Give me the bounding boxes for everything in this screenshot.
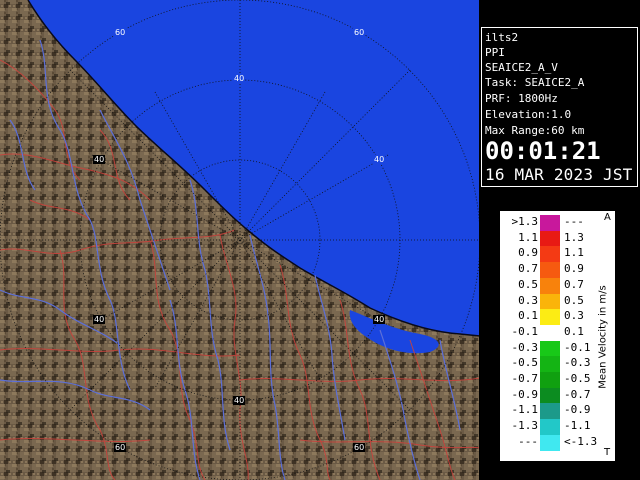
legend-color-swatch [540,340,560,357]
legend-color-swatch [540,372,560,388]
legend-title: Mean Velocity in m/s [597,285,609,389]
legend-color-swatch [540,324,560,341]
task-name: Task: SEAICE2_A [485,76,585,89]
legend-row: -1.1 -0.9 [500,403,600,420]
radar-ppi-display [0,0,480,480]
legend-row-min: -0.9 [511,387,539,401]
legend-row-min: -1.1 [511,403,539,417]
legend-row-min: --- [518,434,538,448]
legend-row: 0.1 0.3 [500,309,600,326]
ring-label-60-nw: 60 [114,28,127,37]
ring-label-40-s: 40 [233,396,246,405]
legend-color-swatch [540,215,560,231]
legend-row-min: -0.3 [511,340,539,354]
ring-label-40-e: 40 [373,155,386,164]
scan-date: 16 MAR 2023 JST [485,165,633,184]
legend-row: --- <-1.3 [500,434,600,451]
elevation-value: Elevation:1.0 [485,108,572,121]
legend-row-min: 0.9 [518,246,538,260]
legend-row: 0.5 0.7 [500,277,600,294]
radar-map[interactable]: 60 60 40 40 40 40 40 40 60 60 [0,0,480,480]
legend-bottom-mark: T [604,447,611,458]
ring-label-40-w: 40 [93,155,106,164]
legend-row: 0.9 1.1 [500,246,600,263]
legend-color-swatch [540,293,560,310]
legend-row: >1.3 --- [500,215,600,231]
legend-row-min: 0.1 [518,309,538,323]
legend-row-min: -0.7 [511,372,539,385]
legend-color-swatch [540,387,560,404]
site-name: ilts2 [485,31,519,44]
legend-row: -0.7 -0.5 [500,372,600,388]
legend-row-min: 0.5 [518,277,538,291]
legend-row-min: -0.5 [511,356,539,370]
scan-time: 00:01:21 [485,137,601,165]
radar-info-panel: ilts2 PPI SEAICE2_A_V Task: SEAICE2_A PR… [481,27,638,187]
legend-row: -0.3 -0.1 [500,340,600,357]
legend-row-min: -1.3 [511,419,539,433]
legend-color-swatch [540,230,560,247]
ring-label-60-ne: 60 [353,28,366,37]
max-range-value: Max Range:60 km [485,124,585,137]
velocity-color-legend: >1.3 --- 1.1 1.3 0.9 1.1 0.7 0.9 0.5 0.7 0.3 0.5 0.1… [499,210,616,462]
legend-color-swatch [540,403,560,420]
legend-color-swatch [540,356,560,373]
prf-value: PRF: 1800Hz [485,92,558,105]
legend-color-swatch [540,434,560,451]
legend-row: 0.7 0.9 [500,262,600,279]
legend-row: 1.1 1.3 [500,230,600,247]
legend-color-swatch [540,246,560,263]
legend-color-swatch [540,309,560,326]
ring-label-60-se: 60 [353,443,366,452]
legend-row: -1.3 -1.1 [500,419,600,436]
legend-row-min: 0.7 [518,262,538,276]
legend-color-swatch [540,419,560,436]
legend-row: -0.1 0.1 [500,324,600,341]
field-name: SEAICE2_A_V [485,61,558,74]
legend-row: -0.5 -0.3 [500,356,600,373]
legend-title-box: Mean Velocity in m/s [590,214,616,460]
product-type: PPI [485,46,505,59]
legend-row: -0.9 -0.7 [500,387,600,404]
ring-label-40-sw: 40 [93,315,106,324]
legend-row-min: 1.1 [518,230,538,244]
legend-row: 0.3 0.5 [500,293,600,310]
legend-color-swatch [540,277,560,294]
legend-row-min: >1.3 [511,215,539,228]
ring-label-60-sw: 60 [114,443,127,452]
ring-label-40-n: 40 [233,74,246,83]
legend-row-min: 0.3 [518,293,538,307]
legend-color-swatch [540,262,560,279]
legend-row-min: -0.1 [511,324,539,338]
ring-label-40-se: 40 [373,315,386,324]
